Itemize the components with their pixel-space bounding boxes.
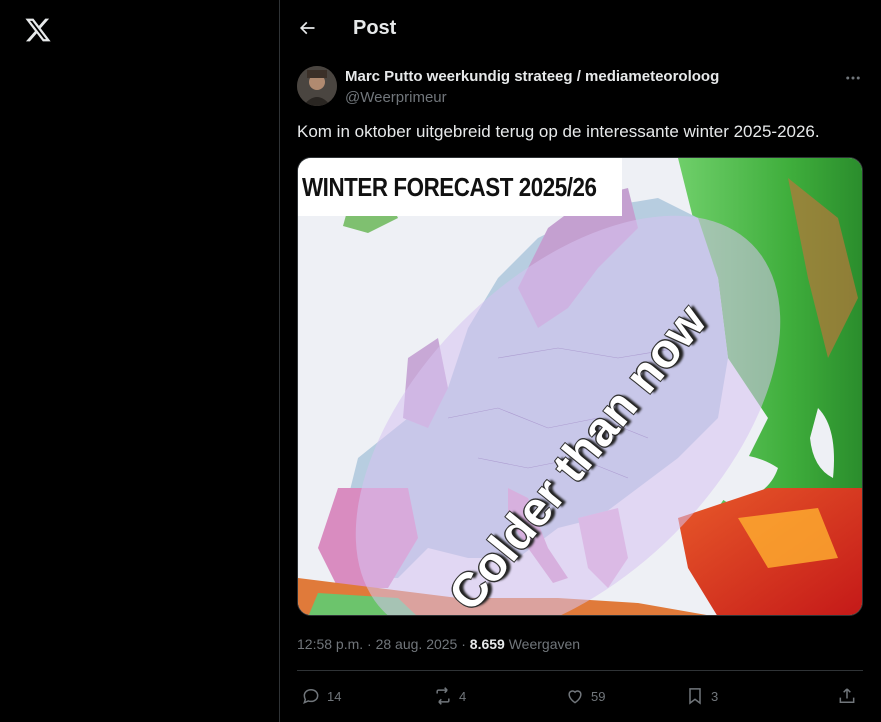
europe-forecast-map xyxy=(298,158,862,615)
heart-icon xyxy=(568,690,582,704)
bookmark-button[interactable]: 3 xyxy=(685,684,718,708)
reply-icon xyxy=(303,688,319,705)
back-button[interactable] xyxy=(293,14,321,42)
avatar[interactable] xyxy=(297,66,337,106)
post-actions-bar: 14 4 59 3 xyxy=(297,684,863,708)
reply-button[interactable]: 14 xyxy=(301,684,341,708)
repost-icon xyxy=(436,687,450,705)
page-title: Post xyxy=(353,17,397,39)
post-detail-column: Post Marc Putto weerkundig strateeg / me… xyxy=(281,0,881,722)
more-icon xyxy=(846,76,860,80)
media-banner-text: WINTER FORECAST 2025/26 xyxy=(302,171,597,202)
media-banner: WINTER FORECAST 2025/26 xyxy=(298,158,622,216)
like-button[interactable]: 59 xyxy=(565,684,605,708)
author-name[interactable]: Marc Putto weerkundig strateeg / mediame… xyxy=(345,68,719,85)
top-bar: Post xyxy=(281,0,881,56)
bookmark-icon xyxy=(689,688,701,705)
post-text: Kom in oktober uitgebreid terug op de in… xyxy=(297,122,820,141)
share-button[interactable] xyxy=(837,684,857,708)
author-handle[interactable]: @Weerprimeur xyxy=(345,89,447,106)
bookmark-count: 3 xyxy=(711,688,719,704)
x-logo-icon[interactable] xyxy=(24,16,52,44)
repost-count: 4 xyxy=(459,688,467,704)
post-timestamp[interactable]: 12:58 p.m. · 28 aug. 2025 · xyxy=(297,636,470,652)
reply-count: 14 xyxy=(327,688,342,704)
share-icon xyxy=(839,688,855,703)
divider xyxy=(297,670,863,671)
more-options-button[interactable] xyxy=(841,66,865,90)
views-label: Weergaven xyxy=(504,636,581,652)
views-count: 8.659 xyxy=(469,636,505,652)
post-metadata: 12:58 p.m. · 28 aug. 2025 · 8.659 Weerga… xyxy=(297,636,580,652)
left-navigation-rail xyxy=(0,0,280,722)
repost-button[interactable]: 4 xyxy=(433,684,466,708)
like-count: 59 xyxy=(591,688,606,704)
post-media-image[interactable]: WINTER FORECAST 2025/26 Colder than now xyxy=(297,157,863,616)
arrow-left-icon xyxy=(299,21,315,35)
